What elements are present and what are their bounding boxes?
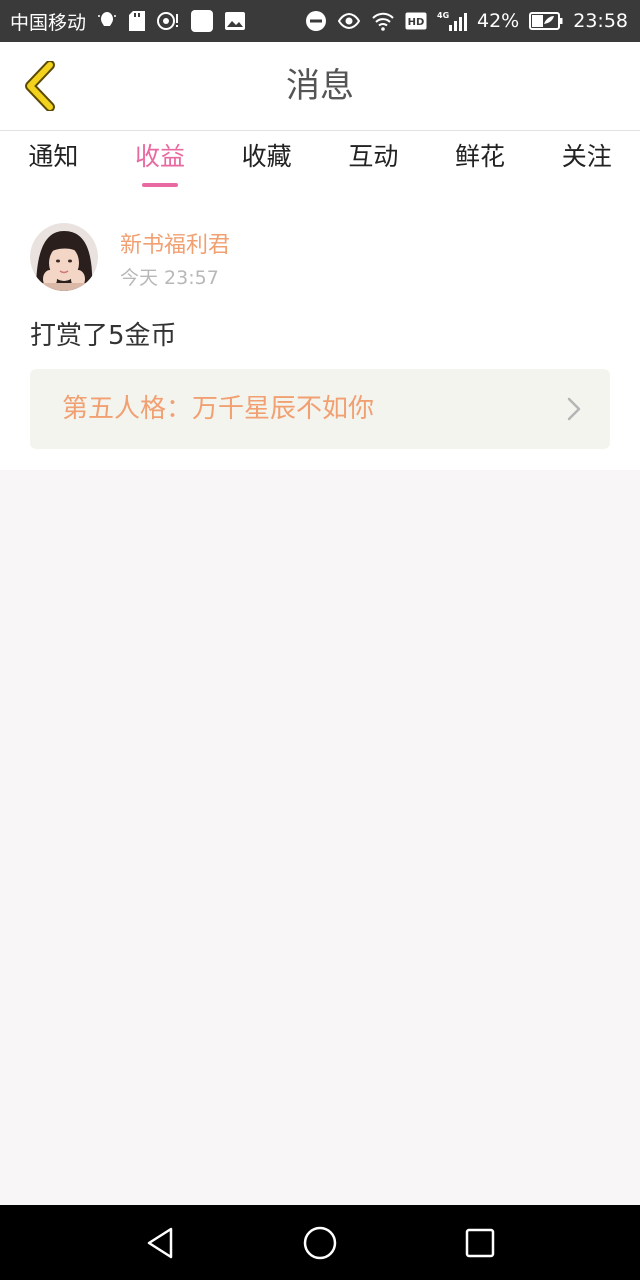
- tab-interactions[interactable]: 互动: [320, 131, 427, 189]
- tab-flowers[interactable]: 鲜花: [427, 131, 534, 189]
- svg-text:HD: HD: [408, 17, 425, 28]
- triangle-back-icon: [147, 1227, 173, 1259]
- chevron-right-icon: [567, 397, 581, 421]
- signal-4g-icon: 4G: [437, 10, 467, 32]
- tab-label: 鲜花: [455, 142, 506, 171]
- wifi-icon: [371, 11, 395, 31]
- nav-home-button[interactable]: [300, 1225, 340, 1261]
- hd-icon: HD: [405, 12, 427, 30]
- sender-name[interactable]: 新书福利君: [120, 227, 230, 259]
- status-bar: 中国移动 HD 4G 42% 23:58: [0, 0, 640, 42]
- circle-home-icon: [303, 1226, 337, 1260]
- hand-icon: [96, 10, 118, 32]
- tab-favorites[interactable]: 收藏: [213, 131, 320, 189]
- screen: 中国移动 HD 4G 42% 23:58 消息 通知 收益 收藏 互动 鲜花 关…: [0, 0, 640, 1280]
- battery-percent: 42%: [477, 10, 520, 32]
- tab-follows[interactable]: 关注: [533, 131, 640, 189]
- book-title: 第五人格：万千星辰不如你: [62, 394, 375, 424]
- tab-label: 收益: [135, 142, 186, 171]
- do-not-disturb-icon: [305, 10, 327, 32]
- sd-card-icon: [128, 10, 146, 32]
- tab-bar: 通知 收益 收藏 互动 鲜花 关注: [0, 131, 640, 189]
- battery-icon: [529, 12, 563, 30]
- system-nav-bar: [0, 1205, 640, 1280]
- tab-label: 收藏: [241, 142, 292, 171]
- tab-earnings[interactable]: 收益: [107, 131, 214, 189]
- active-tab-indicator: [142, 183, 178, 187]
- hotspot-icon: [156, 10, 180, 32]
- carrier-label: 中国移动: [10, 11, 87, 34]
- app-header: 消息: [0, 42, 640, 131]
- page-title: 消息: [286, 66, 354, 106]
- tab-notifications[interactable]: 通知: [0, 131, 107, 189]
- eye-icon: [337, 11, 361, 31]
- tab-label: 互动: [348, 142, 399, 171]
- image-icon: [224, 10, 246, 32]
- clock: 23:58: [573, 10, 628, 32]
- tab-label: 通知: [28, 142, 79, 171]
- nav-recents-button[interactable]: [460, 1225, 500, 1261]
- avatar[interactable]: [30, 223, 98, 291]
- message-time: 今天 23:57: [120, 267, 219, 289]
- message-text: 打赏了5金币: [30, 321, 177, 351]
- nav-back-button[interactable]: [140, 1225, 180, 1261]
- app-square-icon: [190, 9, 214, 33]
- svg-text:4G: 4G: [437, 11, 449, 20]
- book-link[interactable]: 第五人格：万千星辰不如你: [30, 369, 610, 449]
- tab-label: 关注: [561, 142, 612, 171]
- message-item: 新书福利君 今天 23:57 打赏了5金币 第五人格：万千星辰不如你: [0, 189, 640, 470]
- square-recents-icon: [465, 1228, 495, 1258]
